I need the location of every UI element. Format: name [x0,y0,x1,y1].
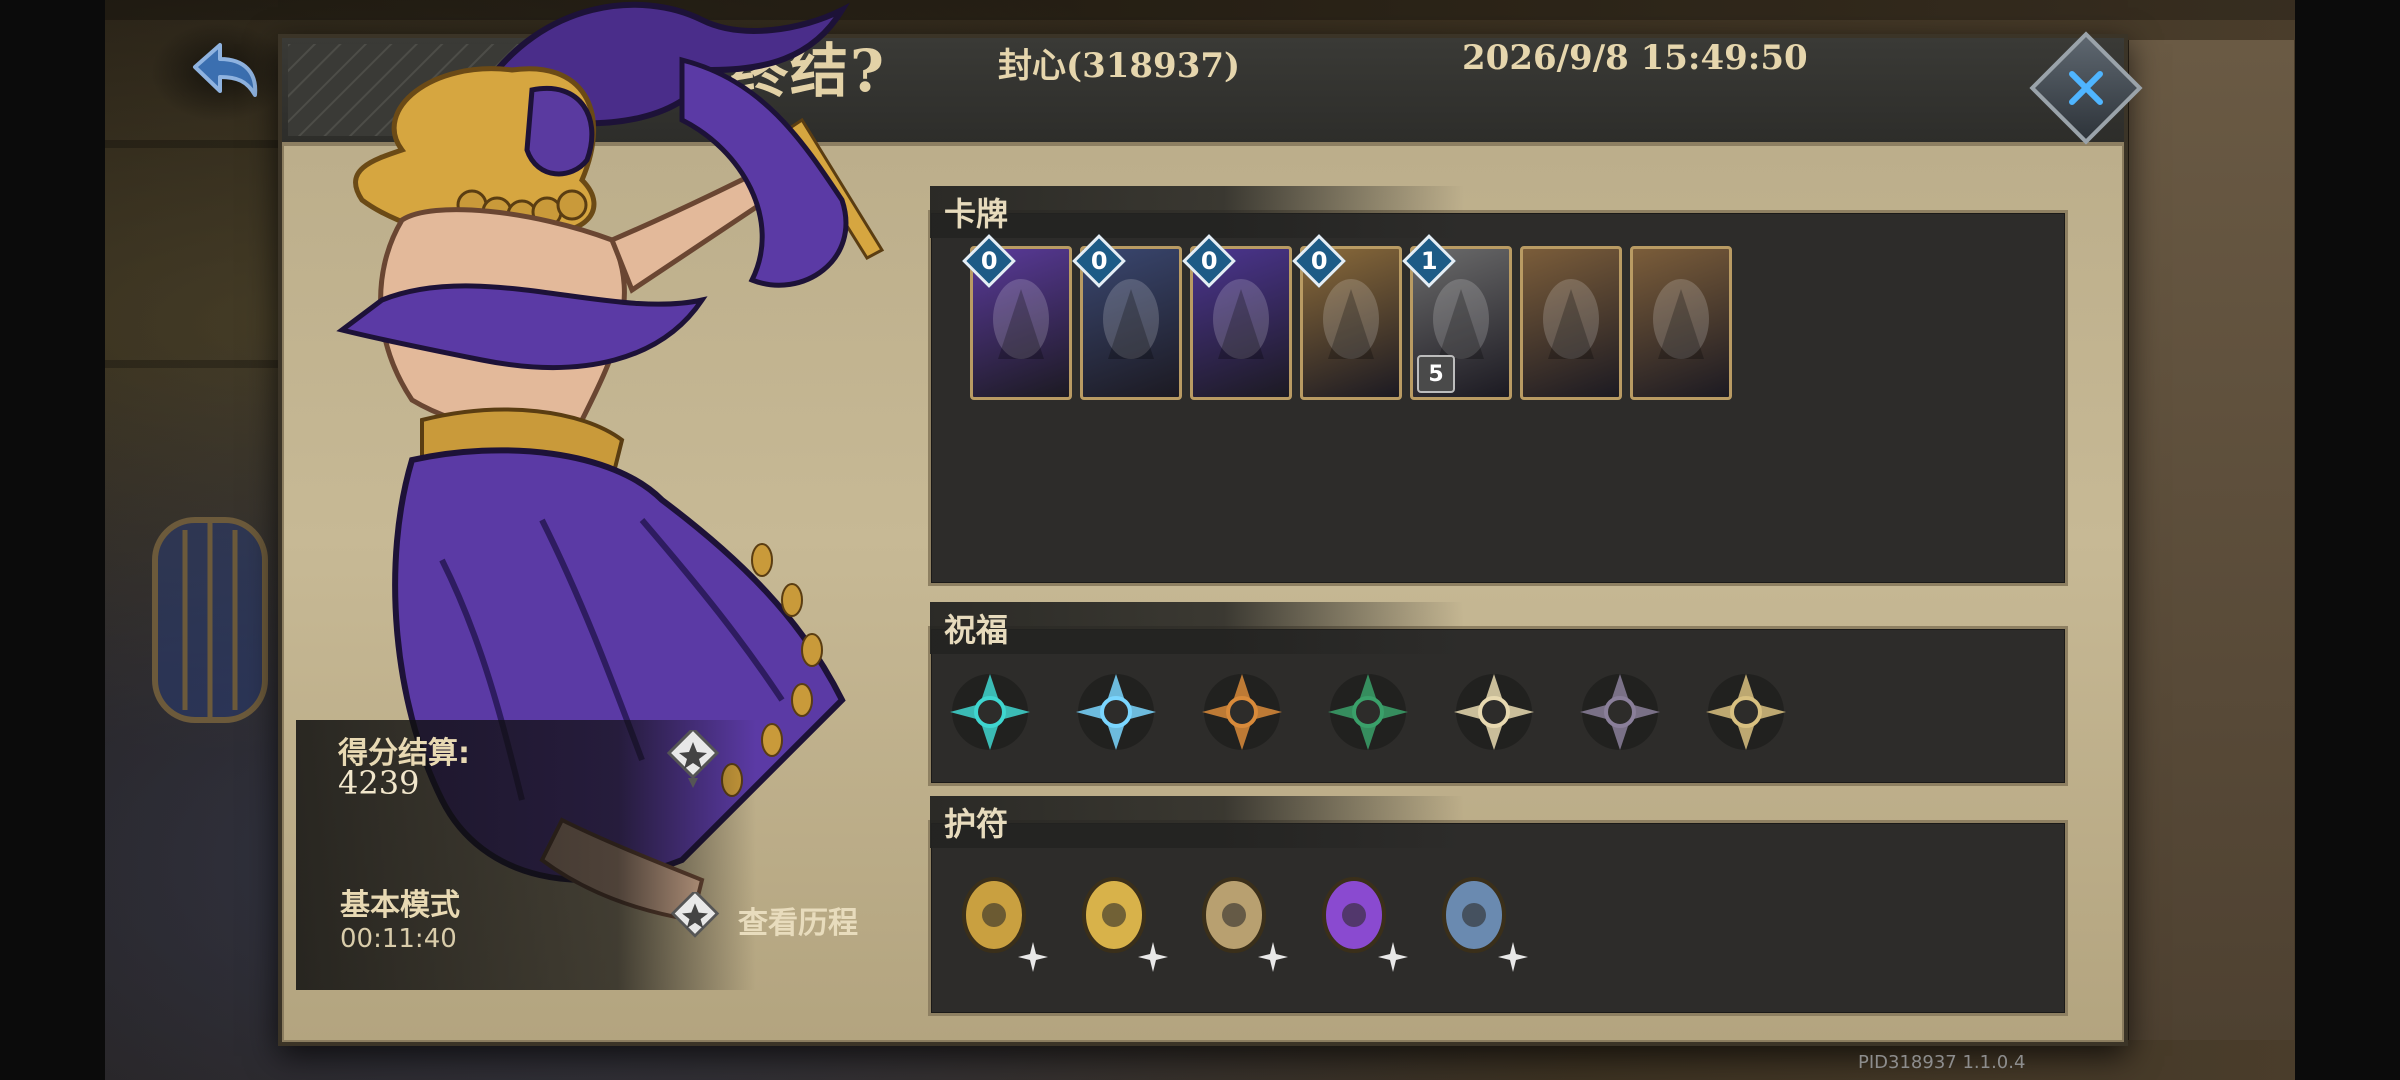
amulet-sparkle-icon [1018,942,1048,972]
teal-rune-icon-glyph [950,674,1030,750]
hourglass-icon[interactable] [1442,660,1546,764]
card-item[interactable] [1520,246,1622,400]
card-cost-value: 1 [1420,246,1438,275]
result-datetime: 2026/9/8 15:49:50 [1462,38,1808,78]
close-icon [2069,71,2103,105]
crossed-blades-icon[interactable] [1190,660,1294,764]
vip-ticket-icon[interactable] [1316,660,1420,764]
blessings-section-title: 祝福 [930,602,1464,654]
wall-panel-decoration [2125,40,2294,1040]
shield-burst-icon-glyph [1076,674,1156,750]
card-cost-value: 0 [980,246,998,275]
back-button[interactable] [150,22,290,122]
card-cost-value: 0 [1090,246,1108,275]
score-value: 4239 [338,764,420,802]
mode-time: 00:11:40 [340,924,457,954]
lantern-amulet-icon[interactable] [1184,858,1288,972]
view-history-button[interactable]: 查看历程 [670,890,858,950]
golden-slippers-icon[interactable] [944,858,1048,972]
amulets-section-title: 护符 [930,796,1464,848]
cursed-sigil-icon[interactable] [1424,858,1528,972]
portrait-medal-icon-glyph [1706,674,1786,750]
card-art-icon [1653,279,1709,359]
card-cost-value: 0 [1310,246,1328,275]
crossed-blades-icon-glyph [1202,674,1282,750]
amulet-sparkle-icon [1498,942,1528,972]
shadow-beast-icon-glyph [1580,674,1660,750]
back-arrow-icon [193,43,258,97]
history-star-icon [670,892,720,938]
vip-ticket-icon-glyph [1328,674,1408,750]
card-cost-value: 0 [1200,246,1218,275]
amulet-sparkle-icon [1138,942,1168,972]
shield-burst-icon[interactable] [1064,660,1168,764]
card-item[interactable] [1630,246,1732,400]
amulet-sparkle-icon [1258,942,1288,972]
version-label: PID318937 1.1.0.4 [1858,1052,2026,1073]
mode-label: 基本模式 [340,888,460,923]
teal-rune-icon[interactable] [938,660,1042,764]
potion-bottle-icon[interactable] [1304,858,1408,972]
hourglass-icon-glyph [1454,674,1534,750]
card-count-badge: 5 [1417,355,1455,393]
amulet-sparkle-icon [1378,942,1408,972]
shadow-beast-icon[interactable] [1568,660,1672,764]
cards-section-title: 卡牌 [930,186,1464,238]
view-history-label: 查看历程 [738,906,858,941]
score-star-icon [666,730,720,788]
gold-coins-icon[interactable] [1064,858,1168,972]
portrait-medal-icon[interactable] [1694,660,1798,764]
card-art-icon [1543,279,1599,359]
player-name: 封心(318937) [998,46,1241,86]
